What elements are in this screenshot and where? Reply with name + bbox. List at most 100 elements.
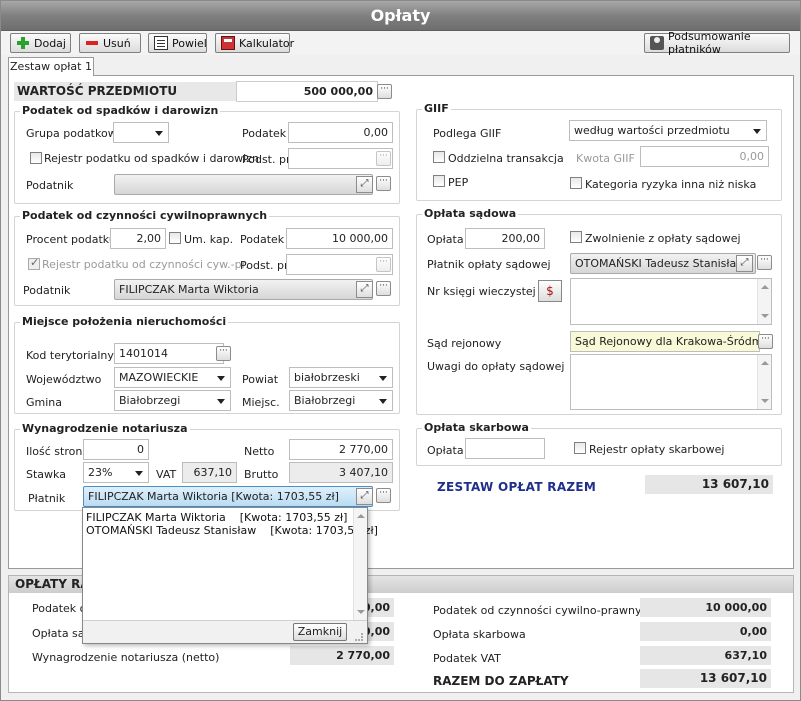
document-icon bbox=[154, 36, 168, 50]
court-payer-label: Płatnik opłaty sądowej bbox=[427, 258, 551, 271]
expand-icon[interactable]: ⤢ bbox=[356, 176, 373, 193]
summary-value: 637,10 bbox=[640, 646, 771, 665]
tax-group-label: Grupa podatkowa bbox=[26, 127, 124, 140]
location-title: Miejsce położenia nieruchomości bbox=[20, 315, 229, 328]
civil-tax-title: Podatek od czynności cywilnoprawnych bbox=[20, 209, 270, 222]
pep-checkbox[interactable] bbox=[433, 175, 445, 187]
voivodeship-select[interactable]: MAZOWIECKIE bbox=[114, 367, 231, 388]
pages-label: Ilość stron bbox=[26, 445, 83, 458]
um-kap-checkbox[interactable] bbox=[169, 232, 181, 244]
inheritance-payer-more-button[interactable] bbox=[376, 176, 391, 191]
court-payer-more-button[interactable] bbox=[757, 255, 772, 270]
civil-base-more-button[interactable] bbox=[376, 257, 391, 272]
subject-value-field[interactable]: 500 000,00 bbox=[236, 81, 378, 102]
resize-grip-icon[interactable] bbox=[355, 633, 363, 641]
separate-transaction-label: Oddzielna transakcja bbox=[448, 152, 564, 165]
commune-select[interactable]: Białobrzegi bbox=[114, 390, 231, 411]
net-label: Netto bbox=[244, 445, 275, 458]
inheritance-tax-field[interactable]: 0,00 bbox=[288, 122, 393, 143]
grand-total-value: 13 607,10 bbox=[640, 669, 771, 688]
civil-registry-label: Rejestr podatku od czynności cyw.-pr. bbox=[42, 258, 249, 271]
summary-value: 10 000,00 bbox=[640, 598, 771, 617]
scrollbar[interactable] bbox=[757, 355, 771, 409]
close-button[interactable]: Zamknij bbox=[293, 623, 347, 641]
civil-tax-label: Podatek bbox=[240, 233, 285, 246]
tax-group-select[interactable] bbox=[113, 122, 169, 143]
risk-category-label: Kategoria ryzyka inna niż niska bbox=[585, 178, 757, 191]
notary-title: Wynagrodzenie notariusza bbox=[20, 422, 190, 435]
court-exempt-checkbox[interactable] bbox=[570, 231, 582, 243]
civil-registry-checkbox[interactable] bbox=[28, 256, 40, 270]
net-field[interactable]: 2 770,00 bbox=[289, 439, 393, 460]
tab-fee-set-1[interactable]: Zestaw opłat 1 bbox=[8, 57, 94, 76]
remove-button[interactable]: Usuń bbox=[79, 33, 141, 53]
land-register-label: Nr księgi wieczystej bbox=[427, 285, 536, 298]
land-register-field[interactable] bbox=[570, 278, 772, 325]
summary-value: 2 770,00 bbox=[290, 646, 394, 665]
gross-label: Brutto bbox=[244, 468, 279, 481]
subject-value-more-button[interactable] bbox=[377, 84, 392, 99]
inheritance-payer-picker[interactable] bbox=[114, 174, 373, 195]
scrollbar[interactable] bbox=[353, 508, 367, 620]
giif-amount-field[interactable]: 0,00 bbox=[640, 146, 769, 167]
calculator-icon bbox=[221, 36, 235, 50]
separate-transaction-checkbox[interactable] bbox=[433, 151, 445, 163]
civil-payer-more-button[interactable] bbox=[376, 281, 391, 296]
payers-summary-button[interactable]: Podsumowanie płatników bbox=[644, 30, 790, 56]
vat-rate-select[interactable]: 23% bbox=[83, 462, 149, 483]
summary-value: 0,00 bbox=[640, 622, 771, 641]
voivodeship-label: Województwo bbox=[26, 373, 102, 386]
grand-total-label: RAZEM DO ZAPŁATY bbox=[433, 674, 569, 688]
place-select[interactable]: Białobrzegi bbox=[289, 390, 393, 411]
treasury-fee-label: Opłata bbox=[427, 444, 464, 457]
toolbar: Dodaj Usuń Powiel Kalkulator Podsumowani… bbox=[1, 30, 800, 56]
court-payer-picker[interactable]: OTOMAŃSKI Tadeusz Stanisław bbox=[570, 253, 756, 274]
county-select[interactable]: białobrzeski bbox=[289, 367, 393, 388]
notary-payer-picker[interactable]: FILIPCZAK Marta Wiktoria [Kwota: 1703,55… bbox=[83, 486, 373, 507]
territorial-code-more-button[interactable] bbox=[216, 346, 231, 361]
expand-icon[interactable]: ⤢ bbox=[356, 281, 373, 298]
vat-field: 637,10 bbox=[182, 462, 237, 483]
risk-category-checkbox[interactable] bbox=[570, 177, 582, 189]
summary-label: Opłata skarbowa bbox=[433, 628, 526, 641]
territorial-code-field[interactable]: 1401014 bbox=[114, 343, 224, 364]
calculator-button[interactable]: Kalkulator bbox=[215, 33, 294, 53]
district-court-field[interactable]: Sąd Rejonowy dla Krakowa-Śródmieście bbox=[570, 331, 760, 352]
treasury-registry-checkbox[interactable] bbox=[574, 442, 586, 454]
district-court-label: Sąd rejonowy bbox=[427, 337, 502, 350]
list-item[interactable]: FILIPCZAK Marta Wiktoria [Kwota: 1703,55… bbox=[86, 511, 347, 524]
court-notes-field[interactable] bbox=[570, 354, 772, 410]
inheritance-tax-label: Podatek bbox=[242, 127, 287, 140]
court-exempt-label: Zwolnienie z opłaty sądowej bbox=[585, 232, 741, 245]
civil-payer-label: Podatnik bbox=[23, 284, 71, 297]
giif-subject-select[interactable]: według wartości przedmiotu bbox=[569, 120, 767, 141]
inheritance-base-label: Podst. pr. bbox=[242, 153, 293, 166]
notary-payer-more-button[interactable] bbox=[376, 488, 391, 503]
list-item[interactable]: OTOMAŃSKI Tadeusz Stanisław [Kwota: 1703… bbox=[86, 524, 378, 537]
notary-payer-label: Płatnik bbox=[28, 492, 66, 505]
district-court-more-button[interactable] bbox=[758, 334, 773, 349]
add-button[interactable]: Dodaj bbox=[10, 33, 71, 53]
place-label: Miejsc. bbox=[242, 396, 280, 409]
expand-icon[interactable]: ⤢ bbox=[356, 488, 373, 505]
inheritance-base-more-button[interactable] bbox=[376, 151, 391, 166]
giif-title: GIIF bbox=[422, 102, 451, 115]
um-kap-label: Um. kap. bbox=[184, 233, 234, 246]
set-total-value: 13 607,10 bbox=[645, 475, 773, 494]
fees-window: Opłaty Dodaj Usuń Powiel Kalkulator Pods… bbox=[0, 0, 801, 701]
scrollbar[interactable] bbox=[757, 279, 771, 324]
treasury-fee-field[interactable] bbox=[465, 438, 545, 459]
repeat-button[interactable]: Powiel bbox=[148, 33, 207, 53]
civil-payer-picker[interactable]: FILIPCZAK Marta Wiktoria bbox=[114, 279, 373, 300]
inheritance-registry-label: Rejestr podatku od spadków i darowizn bbox=[44, 152, 259, 165]
dollar-icon[interactable]: $ bbox=[538, 280, 562, 302]
civil-tax-field[interactable]: 10 000,00 bbox=[286, 228, 393, 249]
vat-rate-label: Stawka bbox=[26, 468, 66, 481]
inheritance-registry-checkbox[interactable] bbox=[30, 152, 42, 164]
expand-icon[interactable]: ⤢ bbox=[736, 255, 753, 272]
court-fee-field[interactable]: 200,00 bbox=[465, 228, 545, 249]
pages-field[interactable]: 0 bbox=[83, 439, 149, 460]
tax-rate-field[interactable]: 2,00 bbox=[110, 228, 166, 249]
vat-label: VAT bbox=[156, 468, 177, 481]
minus-icon bbox=[85, 36, 99, 50]
